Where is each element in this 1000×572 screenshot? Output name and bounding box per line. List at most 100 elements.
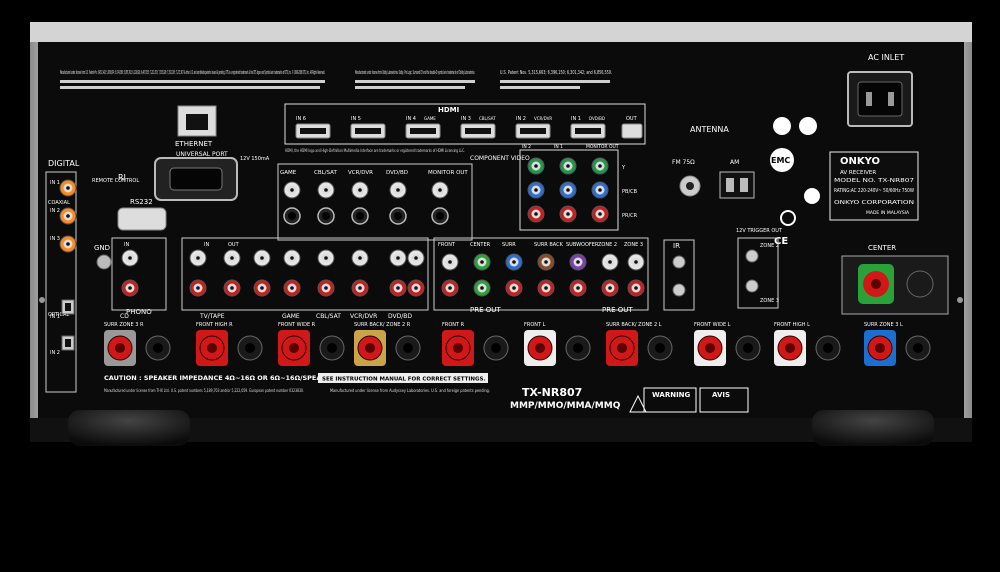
rs232-port[interactable] — [117, 207, 167, 231]
composite-video-jack[interactable] — [283, 181, 301, 199]
speaker-binding-post-negative[interactable] — [565, 335, 591, 361]
component-video-jack[interactable] — [591, 157, 609, 175]
pre-out-jack[interactable] — [505, 279, 523, 297]
speaker-binding-post-negative[interactable] — [237, 335, 263, 361]
audio-jack-left[interactable] — [351, 249, 369, 267]
speaker-binding-post[interactable] — [606, 330, 638, 366]
hdmi-input-port[interactable] — [460, 123, 496, 139]
pre-out-jack[interactable] — [601, 279, 619, 297]
hdmi-input-port[interactable] — [570, 123, 606, 139]
audio-jack-right[interactable] — [317, 279, 335, 297]
audio-jack-left[interactable] — [189, 249, 207, 267]
speaker-binding-post-negative[interactable] — [395, 335, 421, 361]
center-binding-post[interactable] — [858, 264, 894, 304]
component-video-jack[interactable] — [527, 181, 545, 199]
audio-jack-left[interactable] — [121, 249, 139, 267]
component-channel-label: PB/CB — [622, 189, 638, 195]
component-video-jack[interactable] — [527, 157, 545, 175]
digital-coaxial-jack[interactable] — [59, 179, 77, 197]
s-video-jack[interactable] — [283, 207, 301, 225]
speaker-binding-post-negative[interactable] — [735, 335, 761, 361]
speaker-binding-post[interactable] — [864, 330, 896, 366]
pre-out-jack[interactable] — [473, 279, 491, 297]
composite-video-jack[interactable] — [389, 181, 407, 199]
hdmi-input-port[interactable] — [350, 123, 386, 139]
model-rating: RATING:AC 220-240V~ 50/60Hz 750W — [834, 188, 914, 194]
pre-out-jack[interactable] — [627, 253, 645, 271]
audio-jack-left[interactable] — [223, 249, 241, 267]
phono-in-label: IN — [124, 242, 129, 248]
audio-jack-left[interactable] — [389, 249, 407, 267]
speaker-binding-post[interactable] — [694, 330, 726, 366]
digital-coaxial-jack[interactable] — [59, 235, 77, 253]
center-binding-post-negative[interactable] — [906, 270, 934, 298]
hdmi-input-port[interactable] — [515, 123, 551, 139]
optical-input-label: IN 2 — [50, 350, 60, 356]
speaker-binding-post-negative[interactable] — [815, 335, 841, 361]
audio-jack-right[interactable] — [189, 279, 207, 297]
component-video-jack[interactable] — [527, 205, 545, 223]
ir-in-jack[interactable] — [672, 255, 686, 269]
digital-coaxial-jack[interactable] — [59, 207, 77, 225]
speaker-binding-post[interactable] — [354, 330, 386, 366]
s-video-jack[interactable] — [317, 207, 335, 225]
audio-jack-right[interactable] — [223, 279, 241, 297]
made-in-label: MADE IN MALAYSIA — [866, 210, 910, 216]
s-video-jack[interactable] — [351, 207, 369, 225]
audio-jack-left[interactable] — [253, 249, 271, 267]
audio-jack-right[interactable] — [121, 279, 139, 297]
component-video-jack[interactable] — [591, 205, 609, 223]
s-video-jack[interactable] — [389, 207, 407, 225]
pre-out-jack[interactable] — [505, 253, 523, 271]
audio-jack-right[interactable] — [351, 279, 369, 297]
speaker-binding-post[interactable] — [524, 330, 556, 366]
component-video-jack[interactable] — [559, 181, 577, 199]
component-video-jack[interactable] — [591, 181, 609, 199]
pre-out-jack[interactable] — [537, 279, 555, 297]
composite-video-jack[interactable] — [351, 181, 369, 199]
audio-jack-left[interactable] — [317, 249, 335, 267]
speaker-binding-post-negative[interactable] — [647, 335, 673, 361]
speaker-binding-post-negative[interactable] — [319, 335, 345, 361]
audio-jack-right[interactable] — [389, 279, 407, 297]
pre-out-jack[interactable] — [441, 279, 459, 297]
am-label: AM — [730, 159, 739, 166]
hdmi-input-port[interactable] — [295, 123, 331, 139]
speaker-binding-post[interactable] — [774, 330, 806, 366]
speaker-binding-post-negative[interactable] — [483, 335, 509, 361]
optical-input-port[interactable] — [61, 299, 75, 315]
speaker-binding-post[interactable] — [278, 330, 310, 366]
s-video-jack[interactable] — [431, 207, 449, 225]
audio-group-label: CBL/SAT — [316, 313, 341, 320]
hdmi-input-port[interactable] — [405, 123, 441, 139]
optical-input-port[interactable] — [61, 335, 75, 351]
pre-out-jack[interactable] — [569, 279, 587, 297]
pre-out-jack[interactable] — [473, 253, 491, 271]
zone3-label: ZONE 3 — [760, 298, 779, 304]
pre-out-jack[interactable] — [627, 279, 645, 297]
pre-out-jack[interactable] — [441, 253, 459, 271]
ir-out-jack[interactable] — [672, 283, 686, 297]
pre-out-jack[interactable] — [569, 253, 587, 271]
audio-jack-right[interactable] — [407, 279, 425, 297]
audio-jack-left[interactable] — [407, 249, 425, 267]
speaker-binding-post[interactable] — [442, 330, 474, 366]
audio-jack-right[interactable] — [253, 279, 271, 297]
audio-jack-left[interactable] — [283, 249, 301, 267]
pre-out-jack[interactable] — [537, 253, 555, 271]
audio-jack-right[interactable] — [283, 279, 301, 297]
component-video-jack[interactable] — [559, 157, 577, 175]
speaker-binding-post-negative[interactable] — [145, 335, 171, 361]
am-antenna-terminal[interactable] — [719, 171, 755, 199]
speaker-binding-post[interactable] — [104, 330, 136, 366]
hdmi-output-port[interactable] — [621, 123, 643, 139]
speaker-binding-post-negative[interactable] — [905, 335, 931, 361]
gnd-terminal[interactable] — [96, 254, 112, 270]
trigger-zone2-jack[interactable] — [745, 249, 759, 263]
component-video-jack[interactable] — [559, 205, 577, 223]
composite-video-jack[interactable] — [431, 181, 449, 199]
pre-out-jack[interactable] — [601, 253, 619, 271]
speaker-binding-post[interactable] — [196, 330, 228, 366]
trigger-zone3-jack[interactable] — [745, 279, 759, 293]
composite-video-jack[interactable] — [317, 181, 335, 199]
